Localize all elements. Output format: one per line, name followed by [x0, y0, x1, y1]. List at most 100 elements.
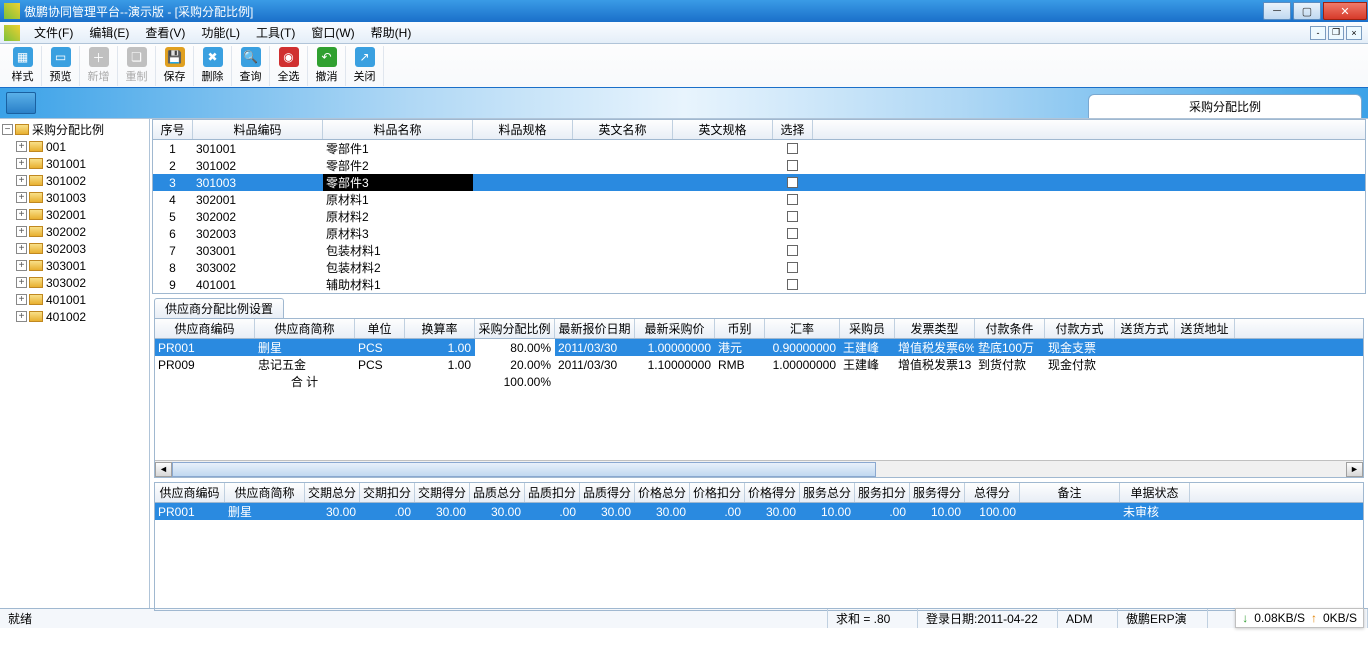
menu-item[interactable]: 编辑(E)	[81, 22, 137, 43]
column-header[interactable]: 供应商编码	[155, 483, 225, 502]
material-grid[interactable]: 序号料品编码料品名称料品规格英文名称英文规格选择 1301001零部件12301…	[152, 119, 1366, 294]
menu-item[interactable]: 帮助(H)	[363, 22, 420, 43]
column-header[interactable]: 服务总分	[800, 483, 855, 502]
column-header[interactable]: 交期得分	[415, 483, 470, 502]
row-checkbox[interactable]	[787, 143, 798, 154]
supplier-ratio-grid[interactable]: 供应商编码供应商简称单位换算率采购分配比例最新报价日期最新采购价币别汇率采购员发…	[154, 318, 1364, 478]
row-checkbox[interactable]	[787, 262, 798, 273]
tree-node[interactable]: +001	[2, 138, 147, 155]
table-row[interactable]: 1301001零部件1	[153, 140, 1365, 157]
menu-item[interactable]: 查看(V)	[137, 22, 193, 43]
table-row[interactable]: 5302002原材料2	[153, 208, 1365, 225]
column-header[interactable]: 最新采购价	[635, 319, 715, 338]
column-header[interactable]: 交期扣分	[360, 483, 415, 502]
supplier-grid-hscroll[interactable]: ◄ ►	[155, 460, 1363, 477]
column-header[interactable]: 供应商编码	[155, 319, 255, 338]
maximize-button[interactable]: ▢	[1293, 2, 1321, 20]
tree-expand-icon[interactable]: +	[16, 294, 27, 305]
column-header[interactable]: 最新报价日期	[555, 319, 635, 338]
row-checkbox[interactable]	[787, 194, 798, 205]
scroll-thumb[interactable]	[172, 462, 876, 477]
toolbar-保存-button[interactable]: 💾保存	[156, 46, 194, 86]
table-row[interactable]: 9401001辅助材料1	[153, 276, 1365, 293]
column-header[interactable]: 送货方式	[1115, 319, 1175, 338]
mdi-restore-button[interactable]: ❐	[1328, 26, 1344, 40]
menu-item[interactable]: 文件(F)	[26, 22, 81, 43]
column-header[interactable]: 供应商简称	[255, 319, 355, 338]
tree-expand-icon[interactable]: +	[16, 158, 27, 169]
mdi-close-button[interactable]: ×	[1346, 26, 1362, 40]
column-header[interactable]: 单位	[355, 319, 405, 338]
column-header[interactable]: 付款方式	[1045, 319, 1115, 338]
column-header[interactable]: 英文规格	[673, 120, 773, 139]
tree-node[interactable]: +302002	[2, 223, 147, 240]
tree-expand-icon[interactable]: +	[16, 141, 27, 152]
toolbar-删除-button[interactable]: ✖删除	[194, 46, 232, 86]
column-header[interactable]: 价格得分	[745, 483, 800, 502]
toolbar-查询-button[interactable]: 🔍查询	[232, 46, 270, 86]
column-header[interactable]: 序号	[153, 120, 193, 139]
toolbar-撤消-button[interactable]: ↶撤消	[308, 46, 346, 86]
toolbar-关闭-button[interactable]: ↗关闭	[346, 46, 384, 86]
menu-item[interactable]: 功能(L)	[193, 22, 248, 43]
table-row[interactable]: 7303001包装材料1	[153, 242, 1365, 259]
close-button[interactable]: ✕	[1323, 2, 1367, 20]
tree-expand-icon[interactable]: +	[16, 192, 27, 203]
column-header[interactable]: 品质扣分	[525, 483, 580, 502]
row-checkbox[interactable]	[787, 279, 798, 290]
column-header[interactable]: 付款条件	[975, 319, 1045, 338]
column-header[interactable]: 品质总分	[470, 483, 525, 502]
tree-node[interactable]: +301001	[2, 155, 147, 172]
tree-node[interactable]: +302003	[2, 240, 147, 257]
column-header[interactable]: 料品规格	[473, 120, 573, 139]
table-row[interactable]: PR001删星PCS1.0080.00%2011/03/301.00000000…	[155, 339, 1363, 356]
table-row[interactable]: 4302001原材料1	[153, 191, 1365, 208]
tree-expand-icon[interactable]: −	[2, 124, 13, 135]
tree-root-label[interactable]: 采购分配比例	[32, 121, 104, 138]
tree-expand-icon[interactable]: +	[16, 226, 27, 237]
column-header[interactable]: 总得分	[965, 483, 1020, 502]
tree-expand-icon[interactable]: +	[16, 209, 27, 220]
table-row[interactable]: 8303002包装材料2	[153, 259, 1365, 276]
tree-node[interactable]: +301002	[2, 172, 147, 189]
row-checkbox[interactable]	[787, 160, 798, 171]
column-header[interactable]: 单据状态	[1120, 483, 1190, 502]
column-header[interactable]: 价格总分	[635, 483, 690, 502]
column-header[interactable]: 价格扣分	[690, 483, 745, 502]
row-checkbox[interactable]	[787, 228, 798, 239]
supplier-score-grid[interactable]: 供应商编码供应商简称交期总分交期扣分交期得分品质总分品质扣分品质得分价格总分价格…	[154, 482, 1364, 611]
tree-expand-icon[interactable]: +	[16, 175, 27, 186]
tree-expand-icon[interactable]: +	[16, 243, 27, 254]
tree-expand-icon[interactable]: +	[16, 260, 27, 271]
column-header[interactable]: 送货地址	[1175, 319, 1235, 338]
toolbar-样式-button[interactable]: ▦样式	[4, 46, 42, 86]
tree-node[interactable]: +401002	[2, 308, 147, 325]
toolbar-预览-button[interactable]: ▭预览	[42, 46, 80, 86]
tree-node[interactable]: +303001	[2, 257, 147, 274]
tree-node[interactable]: +302001	[2, 206, 147, 223]
supplier-ratio-tab[interactable]: 供应商分配比例设置	[154, 298, 284, 318]
table-row[interactable]: 2301002零部件2	[153, 157, 1365, 174]
column-header[interactable]: 发票类型	[895, 319, 975, 338]
tree-node[interactable]: +401001	[2, 291, 147, 308]
table-row[interactable]: PR001删星30.00.0030.0030.00.0030.0030.00.0…	[155, 503, 1363, 520]
minimize-button[interactable]: ─	[1263, 2, 1291, 20]
column-header[interactable]: 交期总分	[305, 483, 360, 502]
table-row[interactable]: 3301003零部件3	[153, 174, 1365, 191]
toolbar-全选-button[interactable]: ◉全选	[270, 46, 308, 86]
row-checkbox[interactable]	[787, 211, 798, 222]
menu-item[interactable]: 工具(T)	[248, 22, 303, 43]
column-header[interactable]: 选择	[773, 120, 813, 139]
tree-node[interactable]: +301003	[2, 189, 147, 206]
column-header[interactable]: 英文名称	[573, 120, 673, 139]
column-header[interactable]: 品质得分	[580, 483, 635, 502]
column-header[interactable]: 采购员	[840, 319, 895, 338]
scroll-right-icon[interactable]: ►	[1346, 462, 1363, 477]
tree-expand-icon[interactable]: +	[16, 311, 27, 322]
column-header[interactable]: 币别	[715, 319, 765, 338]
tree-expand-icon[interactable]: +	[16, 277, 27, 288]
column-header[interactable]: 料品名称	[323, 120, 473, 139]
column-header[interactable]: 换算率	[405, 319, 475, 338]
tree-node[interactable]: +303002	[2, 274, 147, 291]
column-header[interactable]: 采购分配比例	[475, 319, 555, 338]
